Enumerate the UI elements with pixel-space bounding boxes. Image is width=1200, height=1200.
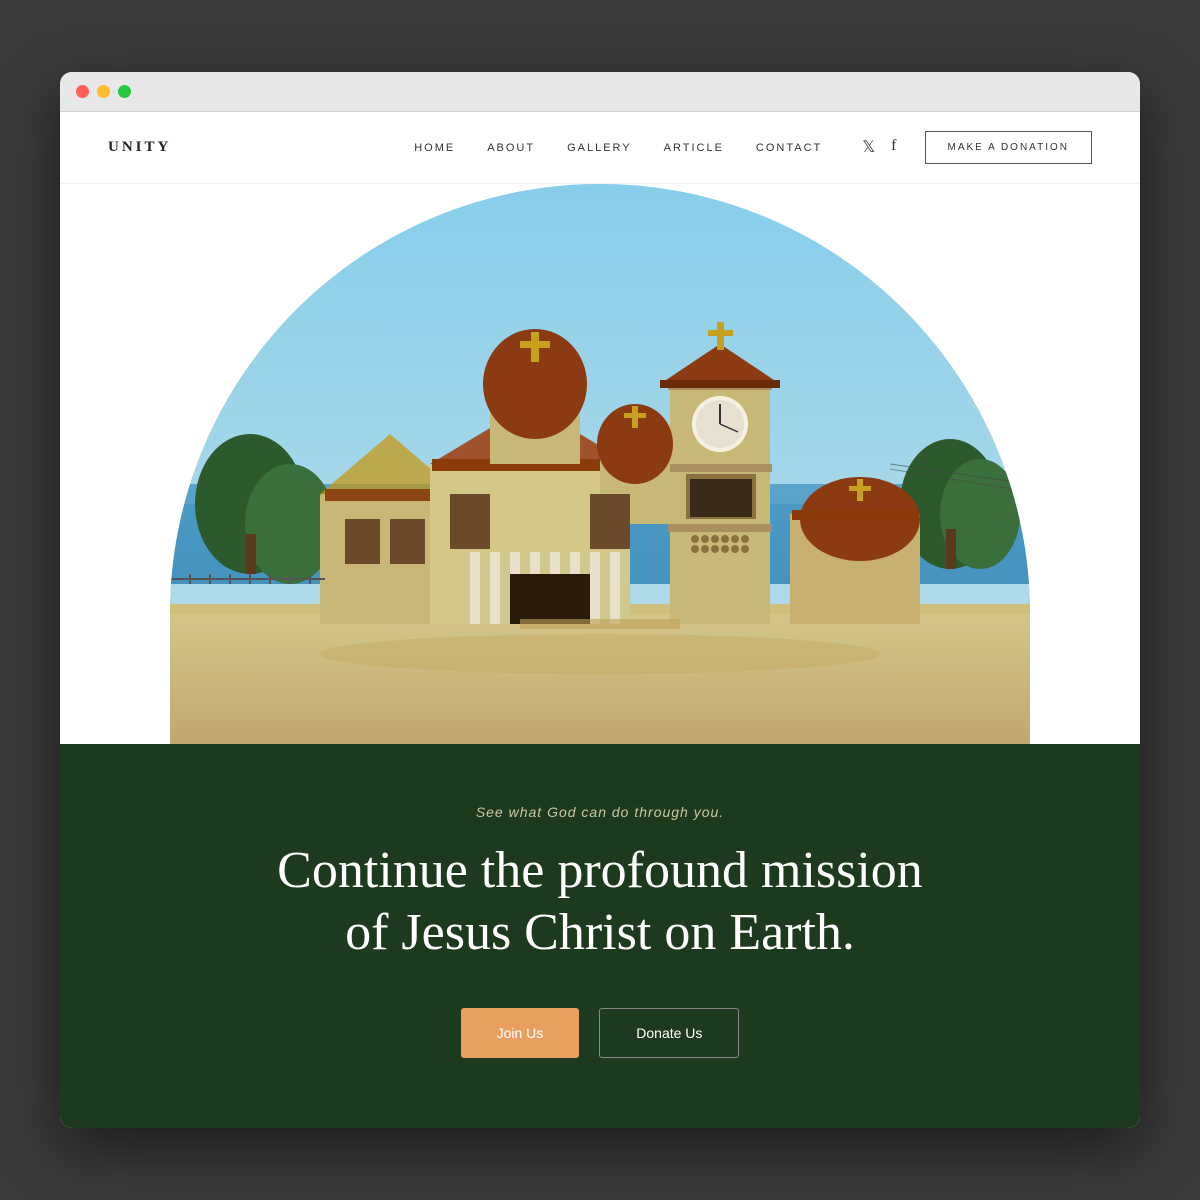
hero-circle — [170, 184, 1030, 744]
browser-window: UNITY HOME ABOUT GALLERY ARTICLE CONTACT… — [60, 72, 1140, 1129]
content-subtitle: See what God can do through you. — [100, 804, 1100, 820]
nav-article[interactable]: ARTICLE — [664, 142, 724, 154]
nav-social: 𝕏 f — [862, 137, 896, 157]
nav-contact[interactable]: CONTACT — [756, 142, 822, 154]
content-section: See what God can do through you. Continu… — [60, 744, 1140, 1129]
content-buttons: Join Us Donate Us — [100, 1008, 1100, 1058]
close-dot[interactable] — [76, 85, 89, 98]
make-donation-button[interactable]: MAKE A DONATION — [925, 131, 1093, 164]
donate-us-button[interactable]: Donate Us — [599, 1008, 739, 1058]
twitter-icon[interactable]: 𝕏 — [862, 137, 875, 157]
nav-gallery[interactable]: GALLERY — [567, 142, 632, 154]
navbar: UNITY HOME ABOUT GALLERY ARTICLE CONTACT… — [60, 112, 1140, 184]
facebook-icon[interactable]: f — [891, 137, 896, 157]
join-us-button[interactable]: Join Us — [461, 1008, 580, 1058]
nav-links: HOME ABOUT GALLERY ARTICLE CONTACT — [414, 138, 822, 156]
minimize-dot[interactable] — [97, 85, 110, 98]
content-heading: Continue the profound mission of Jesus C… — [250, 840, 950, 965]
hero-image — [170, 184, 1030, 744]
nav-home[interactable]: HOME — [414, 142, 455, 154]
nav-about[interactable]: ABOUT — [487, 142, 535, 154]
hero-section — [60, 184, 1140, 744]
site-logo[interactable]: UNITY — [108, 139, 171, 156]
church-illustration — [170, 184, 1030, 744]
browser-chrome — [60, 72, 1140, 112]
maximize-dot[interactable] — [118, 85, 131, 98]
